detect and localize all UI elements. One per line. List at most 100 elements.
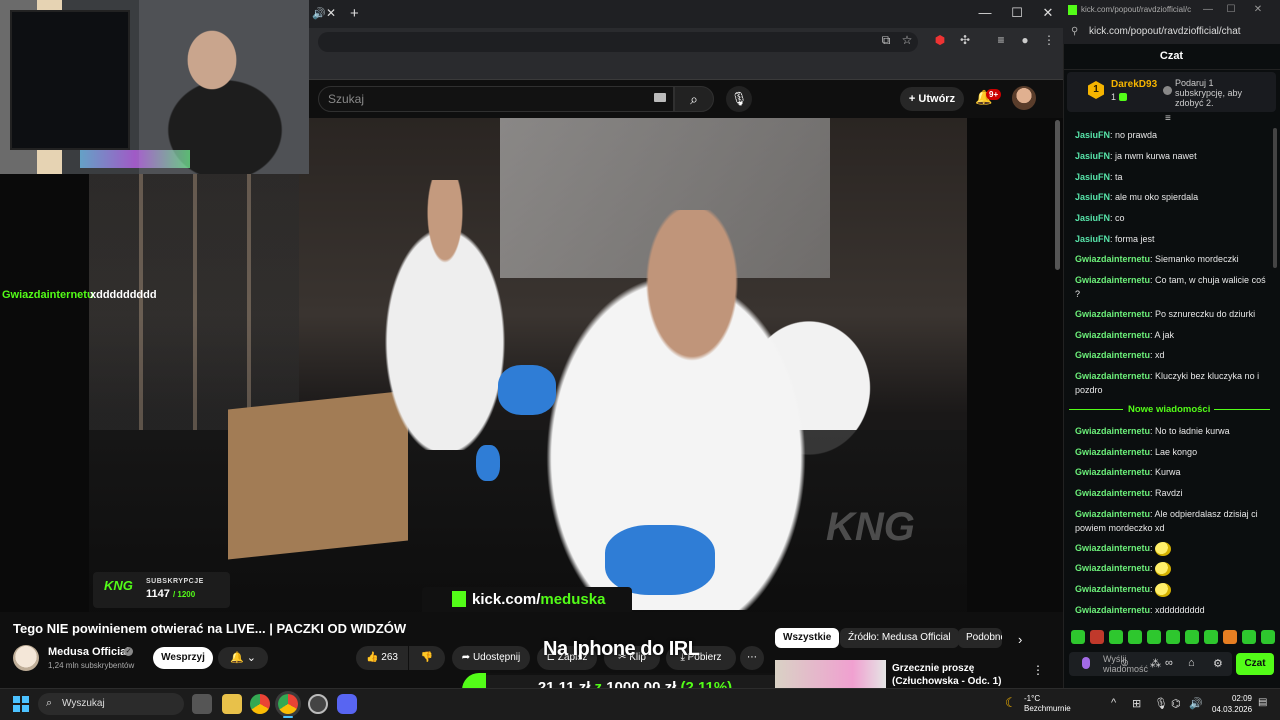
collapse-handle-icon[interactable]: ≡ [1165, 113, 1171, 124]
chat-username[interactable]: Gwiazdainternetu [1075, 447, 1150, 457]
store-icon[interactable]: ⌂ [1188, 657, 1195, 669]
close-window-button[interactable]: ✕ [1038, 5, 1058, 21]
keyboard-icon[interactable] [654, 93, 666, 102]
create-button[interactable]: + Utwórz [900, 87, 964, 111]
search-input[interactable] [318, 86, 674, 112]
support-button[interactable]: Wesprzyj [153, 647, 213, 669]
recommended-title[interactable]: Grzecznie proszę (Człuchowska - Odc. 1) [892, 662, 1032, 688]
voice-search-button[interactable]: 🎙 [726, 86, 752, 112]
tray-app-icon[interactable]: ⊞ [1132, 697, 1141, 710]
chat-username[interactable]: Gwiazdainternetu [1075, 563, 1150, 573]
channel-avatar[interactable] [13, 645, 39, 671]
chat-username[interactable]: Gwiazdainternetu [1075, 371, 1150, 381]
speaker-icon[interactable]: 🔊 [312, 7, 326, 20]
emote-shortcut-icon[interactable] [1166, 630, 1180, 644]
chat-username[interactable]: JasiuFN [1075, 192, 1110, 202]
subscription-bell-button[interactable]: 🔔 ⌄ [218, 647, 268, 669]
profile-icon[interactable]: ● [1016, 33, 1034, 47]
chat-username[interactable]: Gwiazdainternetu [1075, 605, 1150, 615]
dislike-button[interactable]: 👎 [409, 646, 445, 670]
account-avatar[interactable] [1012, 86, 1036, 110]
more-actions-button[interactable]: ⋯ [740, 646, 764, 670]
windows-start-icon[interactable] [13, 696, 29, 712]
share-button[interactable]: ➦ Udostępnij [452, 646, 530, 670]
chat-username[interactable]: Gwiazdainternetu [1075, 426, 1150, 436]
emote-icon[interactable] [1155, 582, 1172, 597]
page-scrollbar[interactable] [1055, 120, 1060, 270]
chat-minimize-button[interactable]: — [1201, 4, 1215, 15]
chat-username[interactable]: Gwiazdainternetu [1075, 350, 1150, 360]
cast-icon[interactable]: ⧉ [877, 33, 895, 48]
new-tab-button[interactable]: + [350, 5, 359, 22]
media-control-icon[interactable]: ≡ [992, 33, 1010, 47]
emote-shortcut-icon[interactable] [1071, 630, 1085, 644]
chrome-active-icon[interactable] [278, 694, 298, 714]
chat-username[interactable]: Gwiazdainternetu [1075, 275, 1150, 285]
chip-similar[interactable]: Podobne [958, 628, 1002, 648]
bookmark-star-icon[interactable]: ☆ [898, 33, 916, 47]
chat-username[interactable]: JasiuFN [1075, 234, 1110, 244]
clock-date[interactable]: 04.03.2026 [1212, 705, 1252, 714]
chat-username[interactable]: Gwiazdainternetu [1075, 309, 1150, 319]
search-button[interactable]: ⌕ [674, 86, 714, 112]
chat-username[interactable]: Gwiazdainternetu [1075, 467, 1150, 477]
like-button[interactable]: 👍 263 [356, 646, 408, 670]
emote-icon[interactable] [1155, 541, 1172, 556]
chat-username[interactable]: JasiuFN [1075, 130, 1110, 140]
chat-username[interactable]: Gwiazdainternetu [1075, 330, 1150, 340]
tray-mic-icon[interactable]: 🎙 [1154, 697, 1168, 710]
address-bar[interactable] [318, 32, 918, 52]
chat-close-button[interactable]: ✕ [1251, 4, 1265, 15]
chat-scrollbar[interactable] [1273, 128, 1277, 268]
emote-shortcut-icon[interactable] [1147, 630, 1161, 644]
emote-shortcut-icon[interactable] [1261, 630, 1275, 644]
emote-icon[interactable] [1155, 561, 1172, 576]
tray-network-icon[interactable]: ⌬ [1171, 697, 1181, 710]
emote-shortcut-icon[interactable] [1128, 630, 1142, 644]
extensions-puzzle-icon[interactable]: ✣ [956, 33, 974, 47]
chat-username[interactable]: JasiuFN [1075, 213, 1110, 223]
minimize-button[interactable]: — [975, 5, 995, 20]
chat-username[interactable]: JasiuFN [1075, 151, 1110, 161]
pinned-username[interactable]: DarekD93 [1111, 79, 1157, 90]
obs-icon[interactable] [308, 694, 328, 714]
emoji-picker-icon[interactable]: ☺ [1119, 657, 1130, 669]
tab-close-icon[interactable]: ✕ [326, 6, 336, 20]
emote-shortcut-icon[interactable] [1185, 630, 1199, 644]
send-chat-button[interactable]: Czat [1236, 653, 1274, 675]
extension-shield-icon[interactable]: ⬢ [931, 33, 949, 47]
link-icon[interactable]: ∞ [1165, 657, 1173, 669]
pinned-gift-message[interactable]: Podaruj 1 subskrypcję, aby zdobyć 2. [1175, 78, 1250, 108]
discord-icon[interactable] [337, 694, 357, 714]
chevron-right-icon[interactable]: › [1018, 632, 1022, 647]
chip-all[interactable]: Wszystkie [775, 628, 840, 648]
chat-username[interactable]: Gwiazdainternetu [1075, 584, 1150, 594]
chat-settings-gear-icon[interactable]: ⚙ [1213, 657, 1223, 670]
chat-url[interactable]: kick.com/popout/ravdziofficial/chat [1089, 26, 1241, 37]
emote-shortcut-icon[interactable] [1223, 630, 1237, 644]
recommended-thumbnail[interactable] [775, 660, 886, 688]
chat-username[interactable]: JasiuFN [1075, 172, 1110, 182]
tray-volume-icon[interactable]: 🔊 [1189, 697, 1203, 710]
clock-time[interactable]: 02:09 [1228, 694, 1252, 703]
browser-menu-icon[interactable]: ⋮ [1040, 33, 1058, 47]
task-view-icon[interactable] [192, 694, 212, 714]
chat-username[interactable]: Gwiazdainternetu [1075, 254, 1150, 264]
recommended-more-icon[interactable]: ⋮ [1032, 663, 1044, 677]
taskbar-search-box[interactable] [38, 693, 184, 715]
channel-name[interactable]: Medusa Official [48, 646, 129, 658]
emote-shortcut-icon[interactable] [1242, 630, 1256, 644]
file-explorer-icon[interactable] [222, 694, 242, 714]
chat-username[interactable]: Gwiazdainternetu [1075, 509, 1150, 519]
emote-shortcut-icon[interactable] [1109, 630, 1123, 644]
site-settings-icon[interactable]: ⚲ [1071, 26, 1078, 37]
chat-username[interactable]: Gwiazdainternetu [1075, 488, 1150, 498]
chrome-icon[interactable] [250, 694, 270, 714]
emote-shortcut-icon[interactable] [1090, 630, 1104, 644]
chat-username[interactable]: Gwiazdainternetu [1075, 543, 1150, 553]
notification-center-icon[interactable]: ▤ [1258, 697, 1267, 708]
weather-moon-icon[interactable]: ☾ [1005, 695, 1017, 711]
chip-source[interactable]: Źródło: Medusa Official [840, 628, 959, 648]
maximize-button[interactable]: ☐ [1007, 5, 1027, 21]
tray-chevron-icon[interactable]: ^ [1111, 697, 1116, 709]
